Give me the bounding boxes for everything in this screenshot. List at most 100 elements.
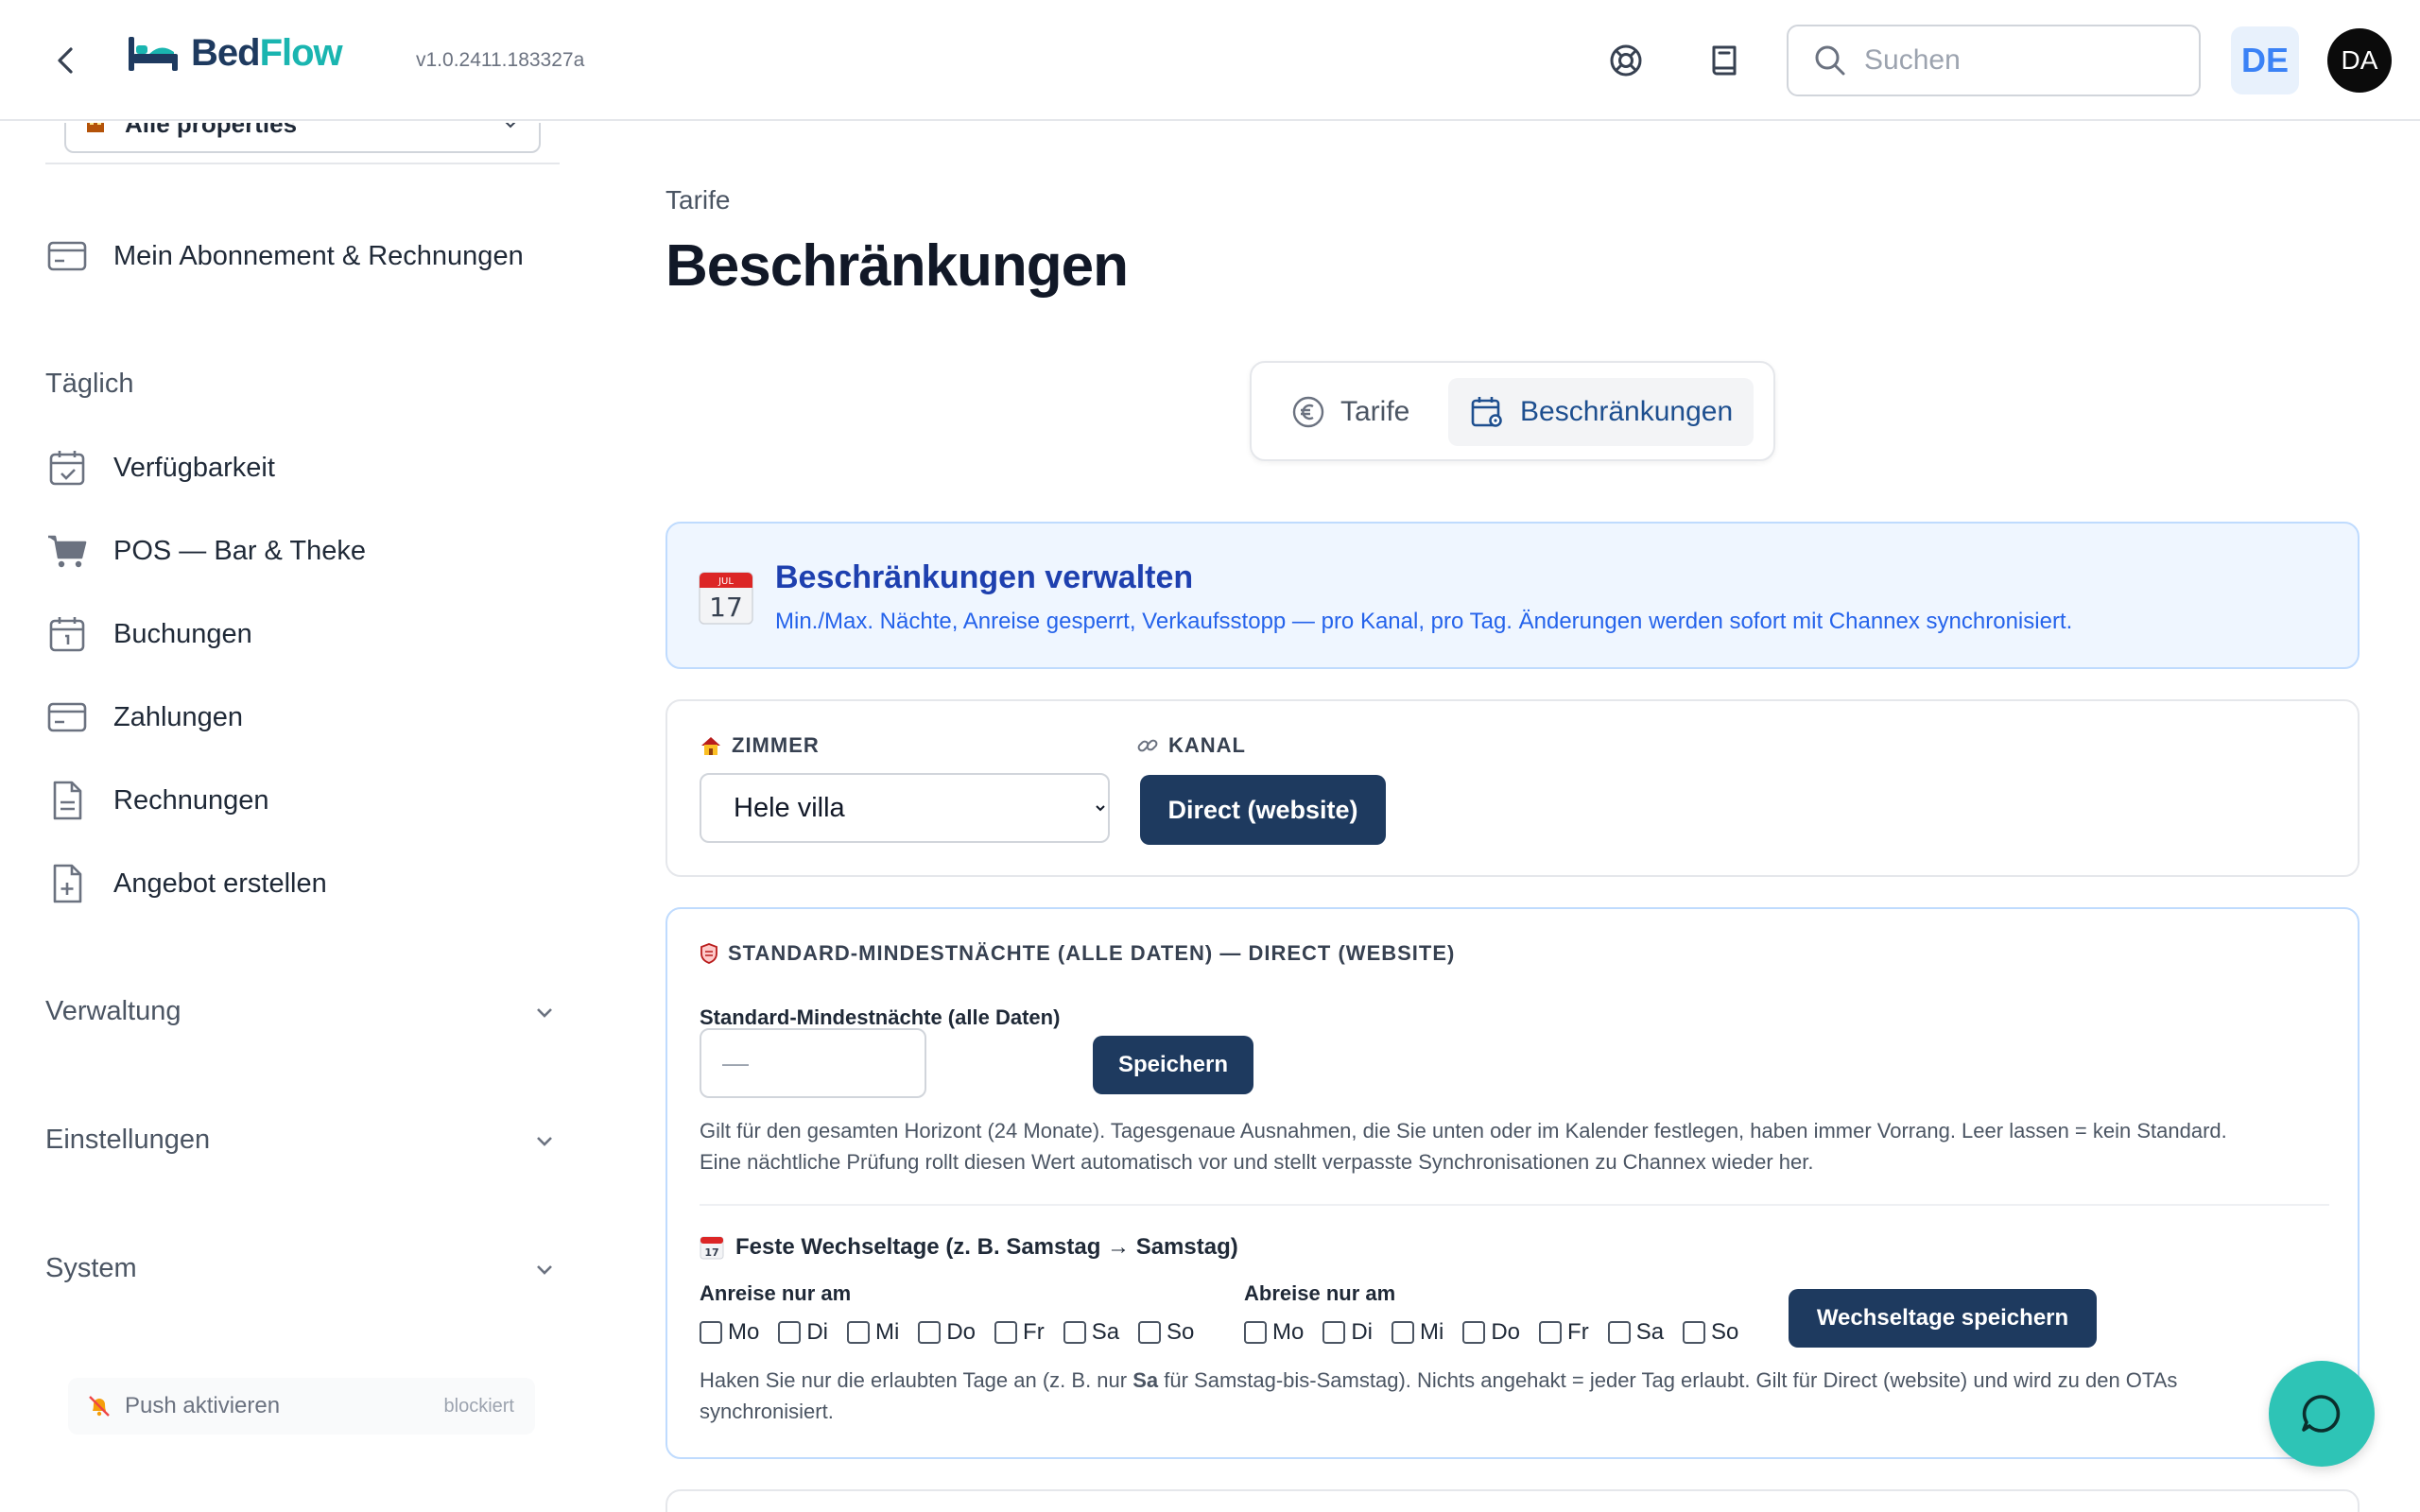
channel-direct-button[interactable]: Direct (website): [1140, 775, 1386, 845]
version-label: v1.0.2411.183327a: [416, 49, 585, 71]
section-system[interactable]: System: [45, 1253, 556, 1284]
section-settings[interactable]: Einstellungen: [45, 1125, 556, 1156]
search-input[interactable]: [1864, 44, 2167, 77]
sidebar: Alle properties Mein Abonnement & Rechnu…: [0, 123, 586, 1512]
arrival-day-mo[interactable]: Mo: [700, 1319, 759, 1346]
tab-rates[interactable]: Tarife: [1270, 378, 1430, 446]
user-avatar[interactable]: DA: [2327, 28, 2392, 93]
push-notification-toggle[interactable]: Push aktivieren blockiert: [68, 1378, 535, 1435]
euro-icon: [1292, 396, 1324, 428]
departure-day-mo[interactable]: Mo: [1244, 1319, 1304, 1346]
save-min-nights-button[interactable]: Speichern: [1093, 1036, 1253, 1094]
svg-text:17: 17: [704, 1246, 718, 1259]
house-icon: [701, 737, 720, 755]
departure-day-do[interactable]: Do: [1462, 1319, 1520, 1346]
arrival-days: Mo Di Mi Do Fr Sa So: [700, 1319, 1194, 1346]
checkbox[interactable]: [1322, 1321, 1346, 1344]
document-icon: [53, 781, 82, 820]
search-icon: [1815, 45, 1845, 76]
help-lifebuoy-icon[interactable]: [1605, 40, 1647, 81]
sidebar-item-label: POS — Bar & Theke: [113, 535, 367, 566]
sidebar-item-pos[interactable]: POS — Bar & Theke: [45, 529, 366, 573]
sidebar-item-label: Angebot erstellen: [113, 868, 327, 899]
checkbox[interactable]: [918, 1321, 942, 1344]
info-title: Beschränkungen verwalten: [775, 559, 1194, 595]
departure-day-di[interactable]: Di: [1322, 1319, 1373, 1346]
calendar-17-icon: JUL 17: [699, 572, 753, 625]
info-banner: JUL 17 Beschränkungen verwalten Min./Max…: [666, 522, 2360, 669]
checkbox[interactable]: [1244, 1321, 1267, 1344]
building-icon: [87, 123, 104, 132]
sidebar-item-label: Mein Abonnement & Rechnungen: [113, 240, 524, 271]
back-arrow-icon[interactable]: [47, 42, 85, 79]
save-changeover-button[interactable]: Wechseltage speichern: [1789, 1289, 2097, 1348]
arrival-day-do[interactable]: Do: [918, 1319, 976, 1346]
app-logo[interactable]: BedFlow: [125, 32, 343, 75]
checkbox[interactable]: [1392, 1321, 1415, 1344]
info-text: Min./Max. Nächte, Anreise gesperrt, Verk…: [775, 609, 2073, 634]
checkbox[interactable]: [1462, 1321, 1486, 1344]
checkbox[interactable]: [1063, 1321, 1086, 1344]
document-plus-icon: [53, 864, 82, 903]
checkbox[interactable]: [778, 1321, 802, 1344]
arrival-day-di[interactable]: Di: [778, 1319, 828, 1346]
tab-restrictions[interactable]: Beschränkungen: [1448, 378, 1754, 446]
checkbox[interactable]: [994, 1321, 1018, 1344]
sidebar-item-availability[interactable]: Verfügbarkeit: [45, 446, 275, 490]
min-nights-header: STANDARD-MINDESTNÄCHTE (ALLE DATEN) — DI…: [700, 941, 1455, 966]
arrival-day-so[interactable]: So: [1138, 1319, 1194, 1346]
property-select[interactable]: Alle properties: [64, 123, 541, 153]
checkbox[interactable]: [1607, 1321, 1631, 1344]
sidebar-item-label: Buchungen: [113, 618, 252, 649]
min-nights-help: Gilt für den gesamten Horizont (24 Monat…: [700, 1119, 2227, 1174]
chat-button[interactable]: [2269, 1361, 2375, 1467]
push-status: blockiert: [443, 1395, 514, 1417]
svg-text:JUL: JUL: [717, 576, 734, 587]
departure-day-mi[interactable]: Mi: [1392, 1319, 1443, 1346]
departure-day-so[interactable]: So: [1683, 1319, 1738, 1346]
checkbox[interactable]: [1539, 1321, 1563, 1344]
shield-icon: [700, 943, 717, 964]
section-label: Verwaltung: [45, 996, 182, 1026]
tab-switcher: Tarife Beschränkungen: [1250, 361, 1775, 461]
book-icon[interactable]: [1703, 40, 1745, 81]
checkbox[interactable]: [700, 1321, 722, 1344]
search-box[interactable]: [1787, 25, 2201, 96]
sidebar-item-label: Verfügbarkeit: [113, 452, 275, 483]
min-nights-field-label: Standard-Mindestnächte (alle Daten): [700, 1005, 1061, 1029]
breadcrumb[interactable]: Tarife: [666, 185, 730, 215]
checkbox[interactable]: [1683, 1321, 1706, 1344]
sidebar-item-payments[interactable]: Zahlungen: [45, 696, 243, 739]
departure-label: Abreise nur am: [1244, 1281, 1396, 1305]
sidebar-item-bookings[interactable]: Buchungen: [45, 612, 252, 656]
calendar-icon: [49, 617, 85, 652]
language-switcher[interactable]: DE: [2231, 26, 2299, 94]
cart-icon: [48, 535, 87, 568]
section-daily: Täglich: [45, 369, 134, 399]
tab-label: Beschränkungen: [1520, 396, 1734, 427]
departure-day-sa[interactable]: Sa: [1607, 1319, 1664, 1346]
section-label: Einstellungen: [45, 1125, 211, 1155]
checkbox[interactable]: [1138, 1321, 1162, 1344]
room-select[interactable]: Hele villa: [700, 773, 1110, 843]
arrival-day-sa[interactable]: Sa: [1063, 1319, 1119, 1346]
sidebar-item-create-quote[interactable]: Angebot erstellen: [45, 862, 327, 905]
checkbox[interactable]: [847, 1321, 871, 1344]
arrival-day-mi[interactable]: Mi: [847, 1319, 899, 1346]
changeover-title: 17 Feste Wechseltage (z. B. Samstag → Sa…: [700, 1234, 1238, 1261]
departure-days: Mo Di Mi Do Fr Sa So: [1244, 1319, 1738, 1346]
section-administration[interactable]: Verwaltung: [45, 996, 556, 1027]
sidebar-divider: [45, 163, 560, 164]
departure-day-fr[interactable]: Fr: [1539, 1319, 1589, 1346]
calendar-17-icon: 17: [700, 1236, 724, 1260]
min-nights-input[interactable]: [700, 1028, 926, 1098]
logo-text-flow: Flow: [259, 32, 343, 74]
channel-label: KANAL: [1136, 733, 1246, 758]
svg-text:17: 17: [709, 592, 743, 623]
chevron-down-icon: [537, 1136, 552, 1146]
sidebar-item-invoices[interactable]: Rechnungen: [45, 779, 268, 822]
sidebar-item-subscription[interactable]: Mein Abonnement & Rechnungen: [45, 234, 524, 278]
top-bar: BedFlow v1.0.2411.183327a DE DA: [0, 0, 2420, 121]
arrival-day-fr[interactable]: Fr: [994, 1319, 1045, 1346]
calendar-check-icon: [49, 451, 85, 486]
